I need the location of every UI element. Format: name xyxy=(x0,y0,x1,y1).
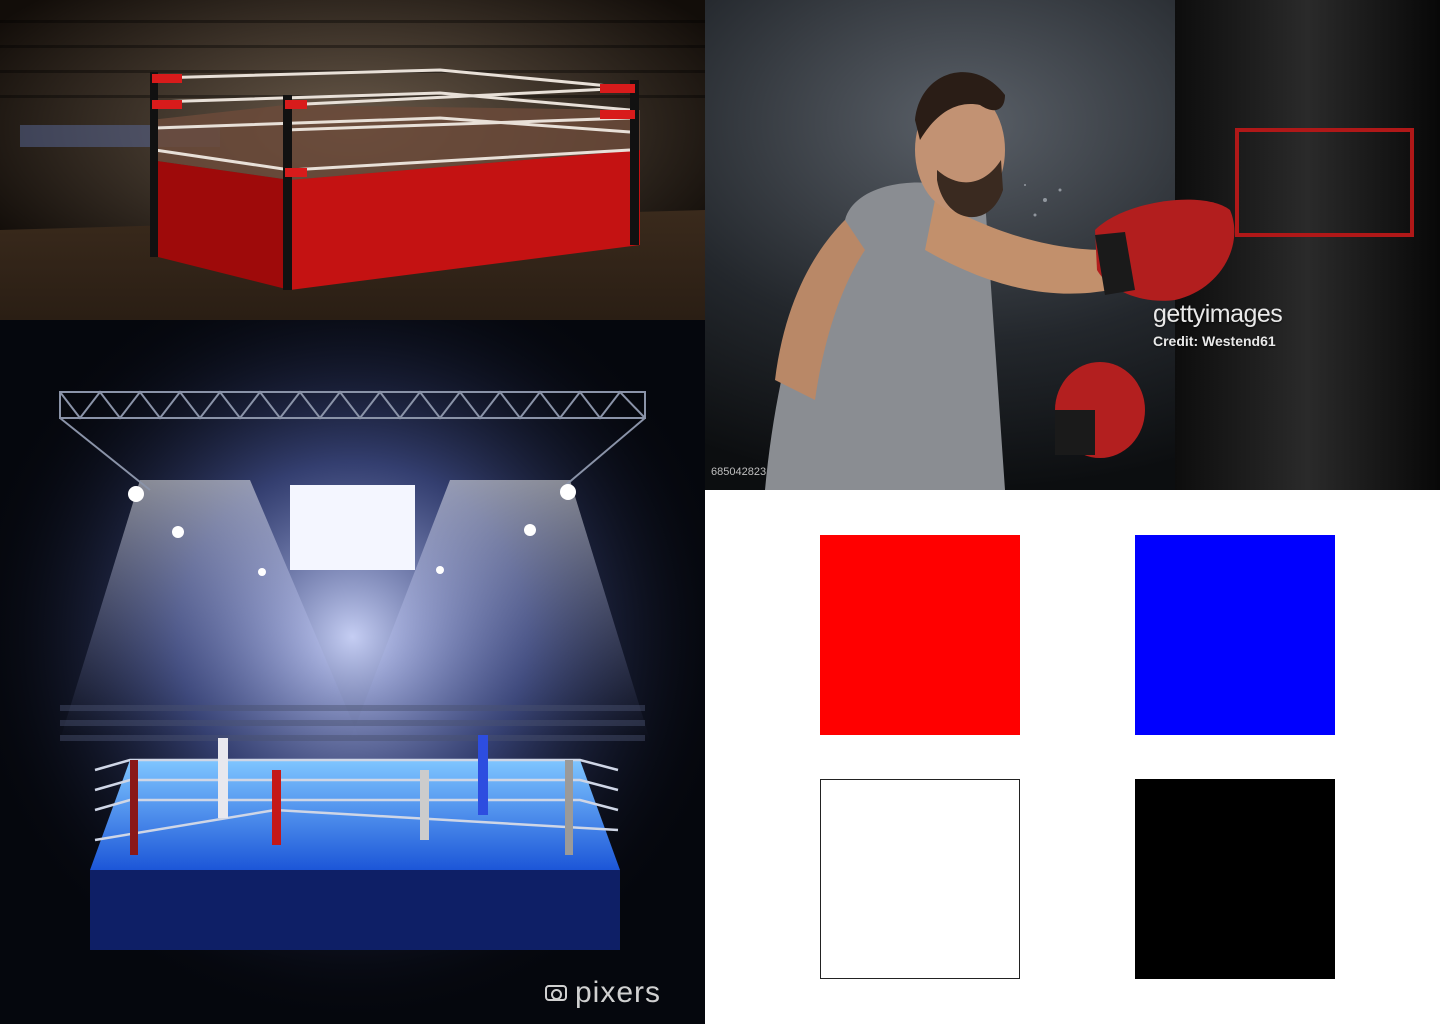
swatch-white xyxy=(820,779,1020,979)
ring-illustration xyxy=(0,0,705,320)
pixers-watermark-label: pixers xyxy=(574,976,661,1009)
camera-icon xyxy=(544,985,567,1001)
arena-photo: pixers xyxy=(0,320,705,1024)
pixers-watermark: pixers xyxy=(544,976,661,1010)
boxer-illustration xyxy=(705,0,1440,490)
boxer-photo: gettyimages Credit: Westend61 685042823 xyxy=(705,0,1440,490)
color-palette xyxy=(705,490,1440,1024)
swatch-blue xyxy=(1135,535,1335,735)
getty-credit: Credit: Westend61 xyxy=(1153,333,1276,349)
swatch-black xyxy=(1135,779,1335,979)
image-id-label: 685042823 xyxy=(711,466,767,478)
swatch-red xyxy=(820,535,1020,735)
ring-photo xyxy=(0,0,705,320)
arena-illustration xyxy=(0,320,705,1024)
getty-watermark: gettyimages xyxy=(1153,300,1283,328)
